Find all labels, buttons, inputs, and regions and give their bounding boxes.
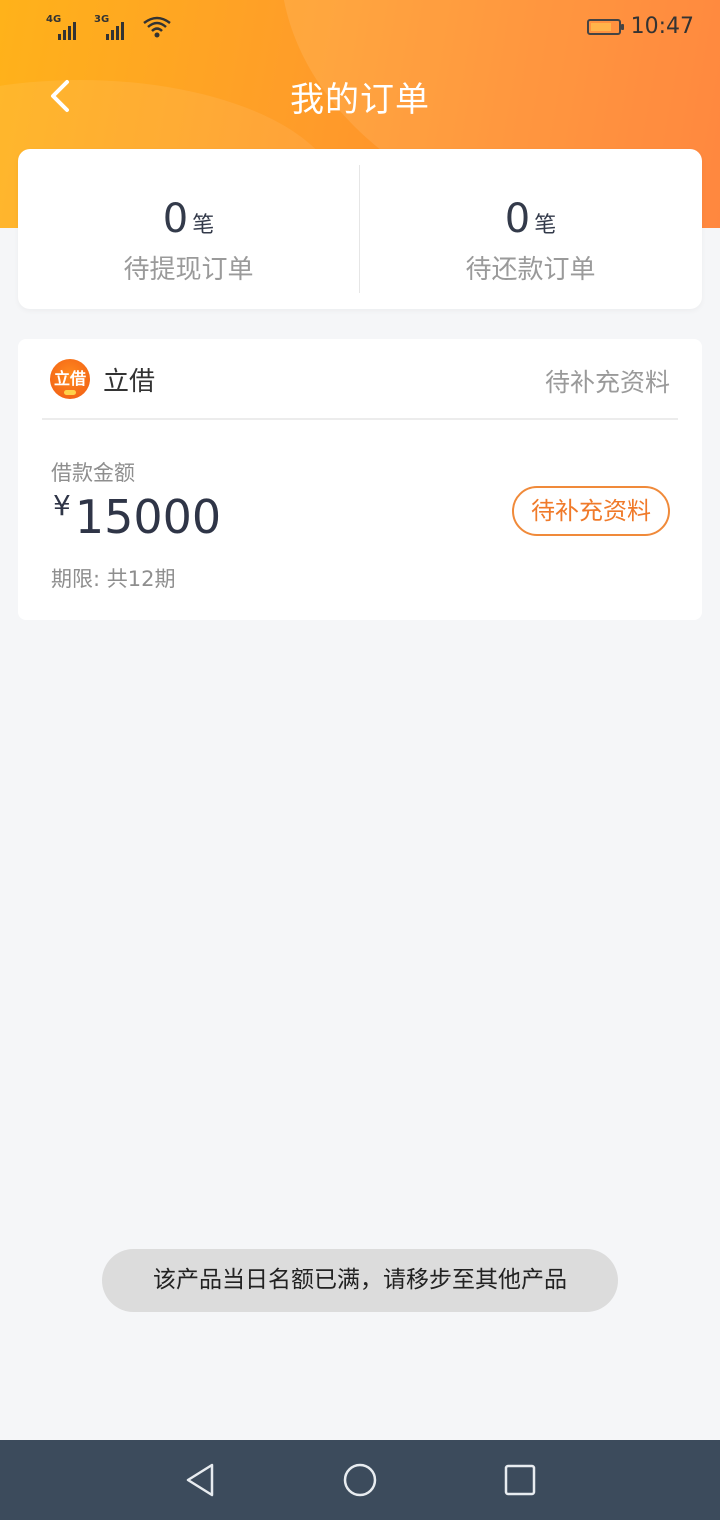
currency-symbol: ¥ — [53, 489, 71, 522]
signal-bars — [58, 22, 76, 40]
status-left: 4G 3G — [46, 14, 172, 40]
signal-icon: 4G — [46, 14, 86, 40]
loan-term: 期限: 共12期 — [51, 567, 176, 591]
page-title: 我的订单 — [290, 80, 430, 120]
order-card[interactable]: 立借 立借 待补充资料 借款金额 ¥15000 期限: 共12期 待补充资料 — [18, 339, 702, 620]
pending-repay-count-row: 0笔 — [360, 193, 701, 245]
home-circle-icon[interactable] — [338, 1458, 382, 1502]
pending-repay-label: 待还款订单 — [465, 255, 596, 285]
product-logo: 立借 — [50, 359, 90, 399]
amount-value: 15000 — [74, 490, 222, 544]
loan-amount: ¥15000 — [53, 489, 221, 544]
pending-withdraw-count: 0 — [162, 196, 189, 242]
nav-bar: 我的订单 — [0, 56, 720, 136]
signal-icon: 3G — [94, 14, 134, 40]
battery-icon — [586, 18, 624, 35]
pending-withdraw-summary[interactable]: 0笔 待提现订单 — [18, 193, 359, 286]
pending-repay-unit: 笔 — [534, 213, 557, 238]
clock: 10:47 — [630, 14, 694, 39]
pending-withdraw-unit: 笔 — [192, 213, 215, 238]
toast-message: 该产品当日名额已满，请移步至其他产品 — [102, 1249, 618, 1312]
pending-repay-count: 0 — [504, 196, 531, 242]
back-triangle-icon[interactable] — [178, 1458, 222, 1502]
order-card-divider — [42, 418, 678, 420]
system-navigation-bar — [0, 1440, 720, 1520]
amount-label: 借款金额 — [51, 461, 135, 485]
product-logo-text: 立借 — [53, 369, 86, 388]
pending-withdraw-count-row: 0笔 — [18, 193, 359, 245]
supplement-info-button[interactable]: 待补充资料 — [512, 486, 670, 536]
order-card-header: 立借 立借 待补充资料 — [18, 339, 702, 419]
wifi-icon — [143, 16, 171, 38]
status-right: 10:47 — [586, 14, 694, 39]
pending-withdraw-label: 待提现订单 — [123, 255, 254, 285]
signal-bars — [106, 22, 124, 40]
recents-square-icon[interactable] — [498, 1458, 542, 1502]
pending-repay-summary[interactable]: 0笔 待还款订单 — [360, 193, 701, 286]
product-name: 立借 — [103, 367, 156, 397]
order-summary-card: 0笔 待提现订单 0笔 待还款订单 — [18, 149, 702, 309]
status-bar: 4G 3G 10:47 — [0, 0, 720, 56]
order-status: 待补充资料 — [544, 368, 670, 397]
